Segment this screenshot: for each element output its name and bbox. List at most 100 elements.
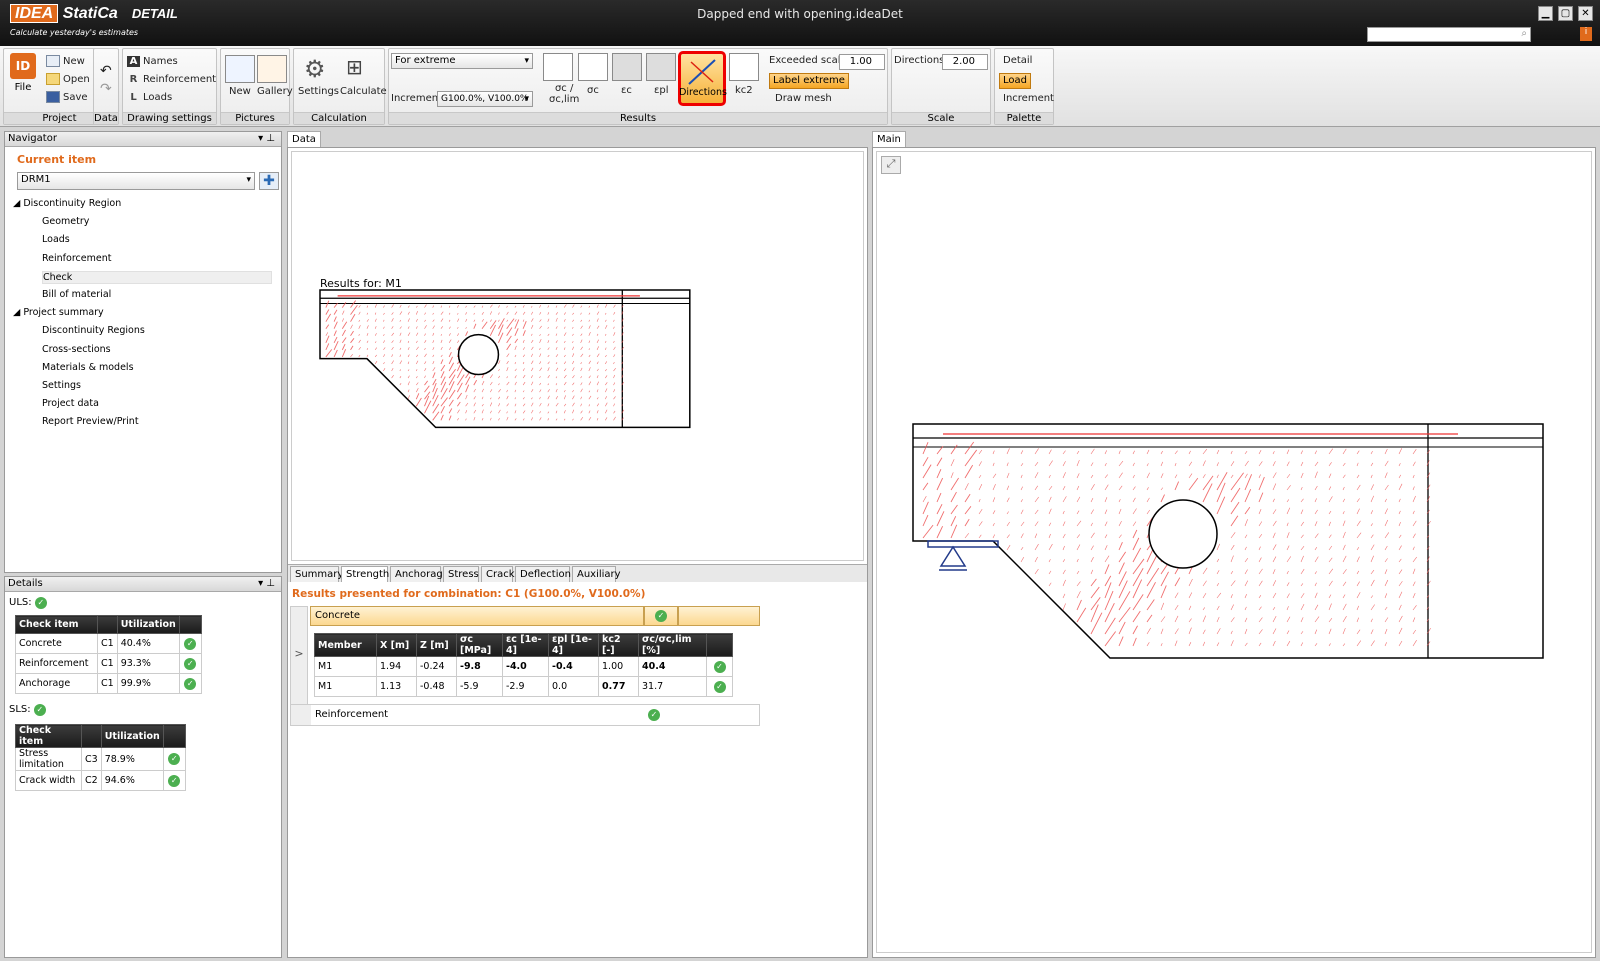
add-item-button[interactable]: ✚ bbox=[259, 172, 279, 190]
gear-icon[interactable]: ⚙ bbox=[304, 55, 326, 83]
new-project-button[interactable]: New bbox=[46, 55, 85, 67]
directions-button[interactable]: Directions bbox=[678, 51, 727, 106]
stress-direction bbox=[1090, 462, 1094, 467]
minimize-button[interactable]: ▁ bbox=[1538, 6, 1553, 21]
palette-increment[interactable]: Increment bbox=[1003, 93, 1054, 104]
stress-direction bbox=[539, 304, 541, 308]
tab-data[interactable]: Data bbox=[287, 131, 321, 147]
extreme-select[interactable]: For extreme bbox=[391, 53, 533, 69]
stress-direction bbox=[1118, 562, 1125, 575]
kc2-icon[interactable] bbox=[729, 53, 759, 81]
stress-direction bbox=[555, 362, 558, 365]
strain-icon[interactable] bbox=[612, 53, 642, 81]
increment-select[interactable]: G100.0%, V100.0% bbox=[437, 91, 533, 107]
names-toggle[interactable]: A Names bbox=[127, 56, 178, 67]
stress-direction bbox=[950, 444, 958, 455]
sls-table: Check item Utilization Stress limitation C3… bbox=[15, 724, 186, 791]
info-button[interactable]: i bbox=[1580, 27, 1592, 41]
table-row[interactable]: Stress limitation C3 78.9% ✓ bbox=[15, 747, 186, 771]
label-extreme-toggle[interactable]: Label extreme bbox=[769, 73, 849, 89]
stress-direction bbox=[1104, 521, 1108, 527]
settings-label[interactable]: Settings bbox=[298, 86, 339, 97]
palette-detail[interactable]: Detail bbox=[1003, 55, 1032, 66]
stress-ratio-label[interactable]: σc / σc,lim bbox=[549, 83, 579, 105]
new-picture-icon[interactable] bbox=[225, 55, 255, 83]
reinforcement-toggle[interactable]: R Reinforcement bbox=[127, 74, 216, 85]
undo-icon[interactable]: ↶ bbox=[100, 63, 112, 79]
stress-direction bbox=[978, 534, 982, 539]
directions-scale-input[interactable]: 2.00 bbox=[942, 54, 988, 70]
loads-toggle[interactable]: L Loads bbox=[127, 92, 172, 103]
tab-anchorage[interactable]: Anchorage bbox=[390, 566, 449, 582]
pin-icon[interactable]: ▾ ⊥ bbox=[258, 132, 275, 146]
redo-icon[interactable]: ↷ bbox=[100, 81, 112, 97]
tree-item[interactable]: Report Preview/Print bbox=[42, 416, 139, 427]
stress-direction bbox=[1356, 556, 1360, 563]
pin-icon[interactable]: ▾ ⊥ bbox=[258, 577, 275, 591]
tree-item[interactable]: ◢ Discontinuity Region bbox=[13, 198, 121, 209]
reinforcement-row[interactable]: Reinforcement ✓ bbox=[290, 704, 760, 726]
tree-item[interactable]: ◢ Project summary bbox=[13, 307, 104, 318]
tree-item[interactable]: Materials & models bbox=[42, 362, 134, 373]
tree-item[interactable]: Project data bbox=[42, 398, 99, 409]
tab-stress[interactable]: Stress bbox=[443, 566, 479, 582]
table-row[interactable]: Concrete C1 40.4% ✓ bbox=[15, 633, 202, 654]
open-button[interactable]: Open bbox=[46, 73, 90, 85]
plastic-strain-label[interactable]: εpl bbox=[654, 85, 669, 96]
stress-direction bbox=[1258, 476, 1265, 491]
tab-summary[interactable]: Summary bbox=[290, 566, 343, 582]
draw-mesh-toggle[interactable]: Draw mesh bbox=[775, 93, 832, 104]
calculator-icon[interactable]: ⊞ bbox=[346, 55, 363, 79]
tab-crack[interactable]: Crack bbox=[481, 566, 515, 582]
new-picture-label[interactable]: New bbox=[229, 86, 251, 97]
stress-direction bbox=[613, 382, 616, 386]
tree-item[interactable]: Reinforcement bbox=[42, 253, 111, 264]
search-input[interactable]: ⌕ bbox=[1367, 27, 1531, 42]
stress-direction bbox=[605, 340, 607, 343]
tab-auxiliary[interactable]: Auxiliary bbox=[572, 566, 621, 582]
tree-item[interactable]: Check bbox=[42, 270, 272, 284]
table-cell: C1 bbox=[97, 653, 118, 674]
strain-label[interactable]: εc bbox=[621, 85, 632, 96]
tree-item[interactable]: Geometry bbox=[42, 216, 89, 227]
table-row[interactable]: Reinforcement C1 93.3% ✓ bbox=[15, 653, 202, 674]
close-button[interactable]: ✕ bbox=[1578, 6, 1593, 21]
stress-ratio-icon[interactable] bbox=[543, 53, 573, 81]
file-button[interactable]: ID File bbox=[8, 53, 38, 97]
calculate-label[interactable]: Calculate bbox=[340, 86, 387, 97]
stress-direction bbox=[374, 304, 377, 308]
check-icon: ✓ bbox=[184, 637, 197, 650]
exceeded-scale-input[interactable]: 1.00 bbox=[839, 54, 885, 70]
tree-item[interactable]: Bill of material bbox=[42, 289, 111, 300]
table-row[interactable]: M1 1.13 -0.48 -5.9 -2.9 0.0 0.77 31.7 ✓ bbox=[314, 676, 733, 697]
maximize-button[interactable]: ▢ bbox=[1558, 6, 1573, 21]
tab-deflection[interactable]: Deflection bbox=[515, 566, 571, 582]
tree-item[interactable]: Cross-sections bbox=[42, 344, 111, 355]
plastic-strain-icon[interactable] bbox=[646, 53, 676, 81]
kc2-label[interactable]: kc2 bbox=[735, 85, 753, 96]
stress-icon[interactable] bbox=[578, 53, 608, 81]
stress-direction bbox=[1006, 485, 1010, 491]
tab-strength[interactable]: Strength bbox=[341, 566, 389, 582]
concrete-row[interactable]: Concrete bbox=[310, 606, 644, 626]
current-item-select[interactable]: DRM1 bbox=[17, 172, 255, 190]
stress-direction bbox=[1090, 522, 1093, 527]
stress-direction bbox=[1132, 486, 1136, 491]
table-row[interactable]: Crack width C2 94.6% ✓ bbox=[15, 770, 186, 791]
save-button[interactable]: Save bbox=[46, 91, 88, 103]
stress-label[interactable]: σc bbox=[587, 85, 599, 96]
palette-load[interactable]: Load bbox=[999, 73, 1031, 89]
stress-direction bbox=[457, 333, 460, 336]
tree-item[interactable]: Settings bbox=[42, 380, 81, 391]
reinforcement-icon: R bbox=[129, 74, 138, 85]
tab-main[interactable]: Main bbox=[872, 131, 906, 147]
table-row[interactable]: M1 1.94 -0.24 -9.8 -4.0 -0.4 1.00 40.4 ✓ bbox=[314, 656, 733, 677]
gallery-icon[interactable] bbox=[257, 55, 287, 83]
stress-direction bbox=[424, 395, 430, 407]
tree-item[interactable]: Loads bbox=[42, 234, 70, 245]
stress-direction bbox=[391, 367, 394, 372]
gallery-label[interactable]: Gallery bbox=[257, 86, 293, 97]
table-row[interactable]: Anchorage C1 99.9% ✓ bbox=[15, 673, 202, 694]
stress-direction bbox=[580, 362, 582, 365]
tree-item[interactable]: Discontinuity Regions bbox=[42, 325, 145, 336]
